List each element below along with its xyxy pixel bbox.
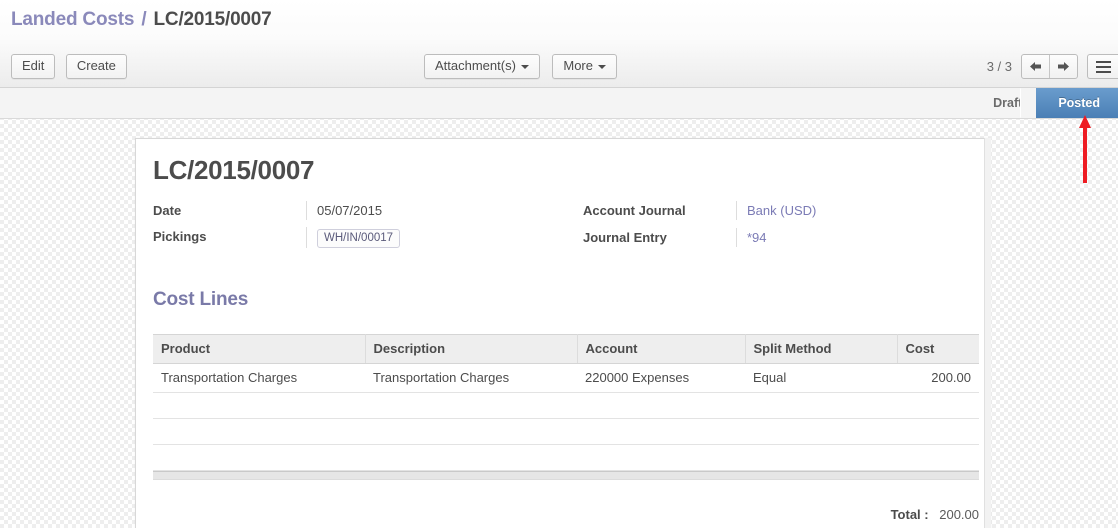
cell-empty <box>897 418 979 445</box>
top-header-bar: Landed Costs / LC/2015/0007 Edit Create … <box>0 0 1118 88</box>
hamburger-icon-line <box>1095 70 1111 73</box>
hamburger-icon-line <box>1095 65 1111 68</box>
cell-empty <box>153 444 365 471</box>
column-header-account[interactable]: Account <box>577 334 746 364</box>
application-window: Landed Costs / LC/2015/0007 Edit Create … <box>0 0 1118 528</box>
total-value: 200.00 <box>939 507 979 522</box>
more-label: More <box>563 58 593 73</box>
cell-empty <box>365 392 577 419</box>
record-pager: 3 / 3 <box>987 54 1078 79</box>
previous-record-button[interactable] <box>1022 55 1049 78</box>
cell-empty <box>153 418 365 445</box>
breadcrumb-current-record: LC/2015/0007 <box>153 9 272 30</box>
attachments-dropdown-button[interactable]: Attachment(s) <box>424 54 540 79</box>
cost-lines-total: Total : 200.00 <box>153 507 979 522</box>
table-footer-bar <box>153 471 979 480</box>
cell-cost: 200.00 <box>897 363 979 393</box>
next-record-button[interactable] <box>1049 55 1077 78</box>
record-dropdown-buttons: Attachment(s) More <box>424 54 625 79</box>
cell-empty <box>153 392 365 419</box>
status-stage-draft-label: Draft <box>993 96 1023 110</box>
cell-account: 220000 Expenses <box>577 363 745 393</box>
table-header: Product Description Account Split Method… <box>153 334 979 364</box>
arrow-left-icon <box>1030 62 1041 71</box>
more-dropdown-button[interactable]: More <box>552 54 617 79</box>
field-value-pickings: WH/IN/00017 <box>306 227 583 248</box>
cell-empty <box>897 444 979 471</box>
form-group-right: Account Journal Bank (USD) Journal Entry… <box>583 201 973 248</box>
status-bar-strip: Draft Posted <box>0 88 1118 119</box>
cell-empty <box>577 418 745 445</box>
sheet-scrollbar[interactable] <box>984 138 991 528</box>
section-title-cost-lines: Cost Lines <box>153 289 249 310</box>
cell-empty <box>577 444 745 471</box>
pager-count: 3 / 3 <box>986 59 1012 74</box>
cell-product: Transportation Charges <box>153 363 365 393</box>
field-label-journal-entry: Journal Entry <box>583 230 667 245</box>
table-row-empty[interactable] <box>153 444 979 471</box>
record-action-buttons: Edit Create <box>11 54 133 79</box>
cell-description: Transportation Charges <box>365 363 577 393</box>
picking-tag[interactable]: WH/IN/00017 <box>317 229 401 248</box>
table-body: Transportation Charges Transportation Ch… <box>153 363 979 471</box>
cost-lines-table-wrapper: Product Description Account Split Method… <box>153 334 979 471</box>
red-up-arrow-icon <box>1079 115 1091 183</box>
chevron-down-icon <box>598 64 606 69</box>
pager-nav-group <box>1021 54 1078 79</box>
chevron-down-icon <box>520 64 529 69</box>
cell-split-method: Equal <box>745 363 897 393</box>
create-button[interactable]: Create <box>65 54 127 79</box>
field-value-account-journal[interactable]: Bank (USD) <box>736 201 973 220</box>
field-label-pickings: Pickings <box>153 229 207 244</box>
cell-empty <box>897 392 979 419</box>
sidebar-menu-button[interactable] <box>1087 54 1118 79</box>
cell-empty <box>577 392 745 419</box>
status-bar: Draft Posted <box>971 88 1118 118</box>
cell-empty <box>745 392 897 419</box>
cell-empty <box>745 444 897 471</box>
page-title: LC/2015/0007 <box>153 155 315 185</box>
table-row-empty[interactable] <box>153 392 979 419</box>
attachments-label: Attachment(s) <box>435 58 516 73</box>
cell-empty <box>365 418 577 445</box>
breadcrumb: Landed Costs / LC/2015/0007 <box>11 9 272 31</box>
cost-lines-table: Product Description Account Split Method… <box>153 334 979 471</box>
hamburger-icon-line <box>1095 60 1111 63</box>
field-label-account-journal: Account Journal <box>583 203 686 218</box>
form-group-left: Date 05/07/2015 Pickings WH/IN/00017 <box>153 201 583 248</box>
status-stage-posted-label: Posted <box>1058 96 1100 110</box>
field-value-journal-entry[interactable]: *94 <box>736 228 973 247</box>
column-header-cost[interactable]: Cost <box>897 334 979 364</box>
field-value-date[interactable]: 05/07/2015 <box>306 201 583 220</box>
table-row[interactable]: Transportation Charges Transportation Ch… <box>153 363 979 393</box>
column-header-description[interactable]: Description <box>365 334 578 364</box>
column-header-split-method[interactable]: Split Method <box>745 334 898 364</box>
status-stage-posted[interactable]: Posted <box>1021 88 1118 118</box>
cell-empty <box>365 444 577 471</box>
table-header-row: Product Description Account Split Method… <box>153 334 979 364</box>
breadcrumb-separator: / <box>141 9 147 30</box>
total-label: Total : <box>890 507 929 522</box>
form-sheet: LC/2015/0007 Date 05/07/2015 Pickings WH… <box>135 138 991 528</box>
field-label-date: Date <box>153 203 182 218</box>
column-header-product[interactable]: Product <box>153 334 366 364</box>
arrow-right-icon <box>1058 62 1069 71</box>
table-row-empty[interactable] <box>153 418 979 445</box>
cell-empty <box>745 418 897 445</box>
form-field-groups: Date 05/07/2015 Pickings WH/IN/00017 Acc… <box>153 201 975 248</box>
edit-button[interactable]: Edit <box>11 54 56 79</box>
breadcrumb-root-link[interactable]: Landed Costs <box>11 9 134 30</box>
